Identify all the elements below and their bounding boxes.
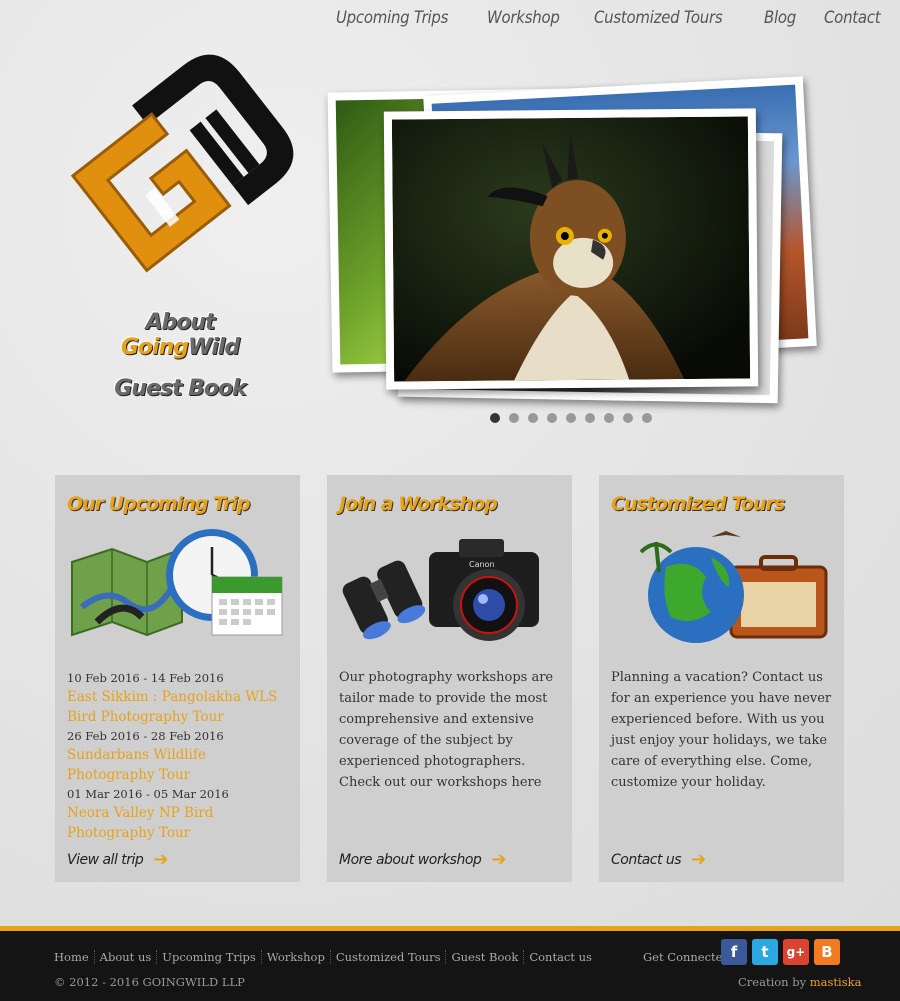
side-links: About GoingWild Guest Book (100, 310, 260, 417)
photo-slider[interactable] (327, 76, 820, 410)
credit-link[interactable]: mastiska (810, 975, 862, 989)
slider-dot[interactable] (528, 413, 538, 423)
panel-title: Our Upcoming Trip (67, 493, 250, 515)
map-clock-calendar-icon (71, 529, 283, 637)
trip-link[interactable]: Neora Valley NP Bird Photography Tour (67, 803, 292, 843)
contact-us-link[interactable]: Contact us ➔ (611, 849, 706, 870)
slider-dot[interactable] (585, 413, 595, 423)
workshop-panel: Join a Workshop Canon Our photography wo… (327, 475, 572, 882)
slide-front (383, 108, 759, 390)
panel-text: Our photography workshops are tailor mad… (339, 670, 554, 790)
guestbook-link[interactable]: Guest Book (100, 376, 260, 401)
link-label: More about workshop (339, 851, 482, 868)
slider-dot[interactable] (509, 413, 519, 423)
footer-link-customized-tours[interactable]: Customized Tours (331, 950, 447, 964)
arrow-right-icon: ➔ (153, 849, 168, 870)
trip-link[interactable]: Sundarbans Wildlife Photography Tour (67, 745, 292, 785)
google-plus-icon[interactable]: g+ (783, 939, 809, 965)
site-footer: Home About us Upcoming Trips Workshop Cu… (0, 931, 900, 1001)
upcoming-trip-panel: Our Upcoming Trip 10 Feb 2016 - 14 Feb 2… (55, 475, 300, 882)
nav-blog[interactable]: Blog (764, 8, 796, 28)
credit: Creation by mastiska (738, 975, 861, 989)
trip-list: 10 Feb 2016 - 14 Feb 2016 East Sikkim : … (67, 669, 292, 843)
nav-workshop[interactable]: Workshop (487, 8, 560, 28)
globe-suitcase-icon (639, 531, 828, 643)
trip-date: 26 Feb 2016 - 28 Feb 2016 (67, 729, 224, 743)
list-item: 01 Mar 2016 - 05 Mar 2016 Neora Valley N… (67, 785, 292, 843)
link-label: Contact us (611, 851, 682, 868)
copyright: © 2012 - 2016 GOINGWILD LLP (54, 975, 245, 989)
social-links: f t g+ B (721, 939, 840, 965)
trip-date: 01 Mar 2016 - 05 Mar 2016 (67, 787, 229, 801)
panel-text: Planning a vacation? Contact us for an e… (611, 670, 832, 790)
slider-dot[interactable] (604, 413, 614, 423)
nav-contact[interactable]: Contact (824, 8, 881, 28)
site-logo[interactable] (55, 30, 305, 290)
panel-title: Join a Workshop (339, 493, 498, 515)
view-all-trip-link[interactable]: View all trip ➔ (67, 849, 168, 870)
about-goingwild-link[interactable]: About GoingWild (100, 310, 260, 360)
blogger-icon[interactable]: B (814, 939, 840, 965)
customized-tours-panel: Customized Tours Planning a vacation? Co… (599, 475, 844, 882)
more-about-workshop-link[interactable]: More about workshop ➔ (339, 849, 506, 870)
arrow-right-icon: ➔ (691, 849, 706, 870)
nav-customized-tours[interactable]: Customized Tours (594, 8, 723, 28)
footer-link-workshop[interactable]: Workshop (262, 950, 331, 964)
credit-prefix: Creation by (738, 975, 810, 989)
link-label: View all trip (67, 851, 144, 868)
slider-dot[interactable] (642, 413, 652, 423)
svg-text:Canon: Canon (469, 560, 495, 569)
slider-dot[interactable] (566, 413, 576, 423)
slider-dot[interactable] (490, 413, 500, 423)
twitter-icon[interactable]: t (752, 939, 778, 965)
footer-link-home[interactable]: Home (54, 950, 95, 964)
nav-upcoming-trips[interactable]: Upcoming Trips (336, 8, 448, 28)
trip-date: 10 Feb 2016 - 14 Feb 2016 (67, 671, 224, 685)
top-nav: Upcoming Trips Workshop Customized Tours… (336, 8, 888, 28)
footer-link-guest-book[interactable]: Guest Book (446, 950, 525, 964)
list-item: 10 Feb 2016 - 14 Feb 2016 East Sikkim : … (67, 669, 292, 727)
arrow-right-icon: ➔ (491, 849, 506, 870)
list-item: 26 Feb 2016 - 28 Feb 2016 Sundarbans Wil… (67, 727, 292, 785)
slider-dots (490, 413, 652, 423)
hawk-eagle-image (391, 116, 751, 382)
trip-link[interactable]: East Sikkim : Pangolakha WLS Bird Photog… (67, 687, 292, 727)
footer-link-contact[interactable]: Contact us (524, 950, 597, 964)
slider-dot[interactable] (547, 413, 557, 423)
footer-nav: Home About us Upcoming Trips Workshop Cu… (54, 950, 597, 964)
footer-link-about[interactable]: About us (95, 950, 158, 964)
binoculars-camera-icon: Canon (342, 539, 539, 641)
footer-link-upcoming-trips[interactable]: Upcoming Trips (157, 950, 262, 964)
panel-title: Customized Tours (611, 493, 785, 515)
slider-dot[interactable] (623, 413, 633, 423)
facebook-icon[interactable]: f (721, 939, 747, 965)
